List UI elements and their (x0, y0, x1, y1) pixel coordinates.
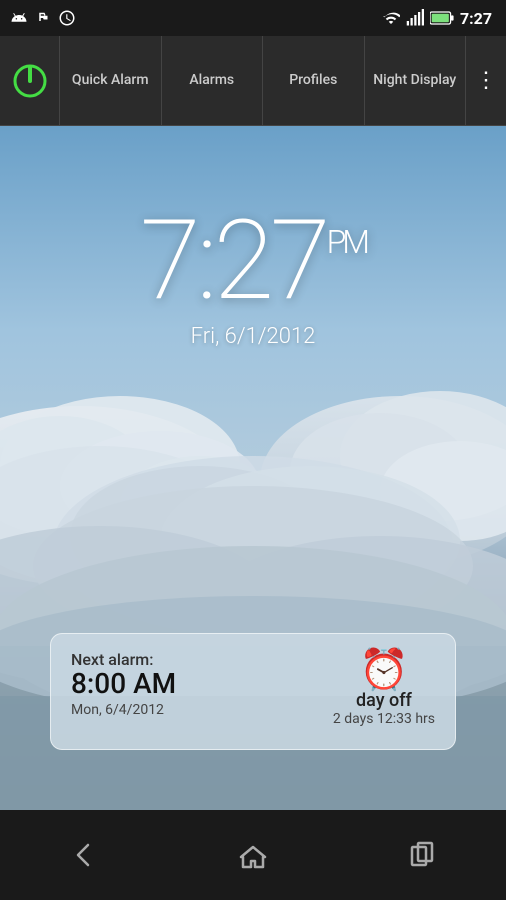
back-icon (66, 837, 102, 873)
status-icons-right: 7:27 (382, 9, 496, 28)
nav-bar: Quick Alarm Alarms Profiles Night Displa… (0, 36, 506, 126)
tab-alarms[interactable]: Alarms (162, 36, 264, 125)
status-bar: 7:27 (0, 0, 506, 36)
android-icon (10, 9, 28, 27)
alarm-card-right: ⏰ day off 2 days 12:33 hrs (333, 650, 435, 727)
signal-icon (406, 9, 424, 27)
alarm-card[interactable]: Next alarm: 8:00 AM Mon, 6/4/2012 ⏰ day … (50, 633, 456, 750)
bottom-nav (0, 810, 506, 900)
more-icon: ⋮ (475, 68, 497, 93)
status-icons-left (10, 9, 76, 27)
time-ampm: PM (327, 226, 366, 258)
alarm-date: Mon, 6/4/2012 (71, 702, 176, 718)
home-icon (235, 837, 271, 873)
alarm-name: day off (333, 690, 435, 711)
alarm-status-icon (58, 9, 76, 27)
alarm-time: 8:00 AM (71, 669, 176, 700)
recent-button[interactable] (392, 825, 452, 885)
usb-icon (34, 9, 52, 27)
wifi-icon (382, 9, 400, 27)
clock-time: 7:27PM (0, 206, 506, 316)
more-button[interactable]: ⋮ (466, 36, 506, 126)
main-content: 7:27PM Fri, 6/1/2012 Next alarm: 8:00 AM… (0, 126, 506, 810)
time-value: 7:27 (140, 196, 327, 325)
clock-date: Fri, 6/1/2012 (0, 324, 506, 349)
clock-display: 7:27PM Fri, 6/1/2012 (0, 206, 506, 349)
battery-icon (430, 9, 454, 27)
alarm-emoji: ⏰ (359, 646, 409, 693)
recent-icon (404, 837, 440, 873)
home-button[interactable] (223, 825, 283, 885)
alarm-card-top-row: Next alarm: 8:00 AM Mon, 6/4/2012 ⏰ day … (71, 650, 435, 727)
back-button[interactable] (54, 825, 114, 885)
status-time: 7:27 (460, 9, 492, 28)
tab-quick-alarm[interactable]: Quick Alarm (60, 36, 162, 125)
power-icon (12, 63, 48, 99)
alarm-card-left: Next alarm: 8:00 AM Mon, 6/4/2012 (71, 650, 176, 718)
nav-tabs: Quick Alarm Alarms Profiles Night Displa… (60, 36, 466, 125)
tab-night-display[interactable]: Night Display (365, 36, 467, 125)
tab-profiles[interactable]: Profiles (263, 36, 365, 125)
alarm-countdown: 2 days 12:33 hrs (333, 711, 435, 727)
power-button[interactable] (0, 36, 60, 126)
